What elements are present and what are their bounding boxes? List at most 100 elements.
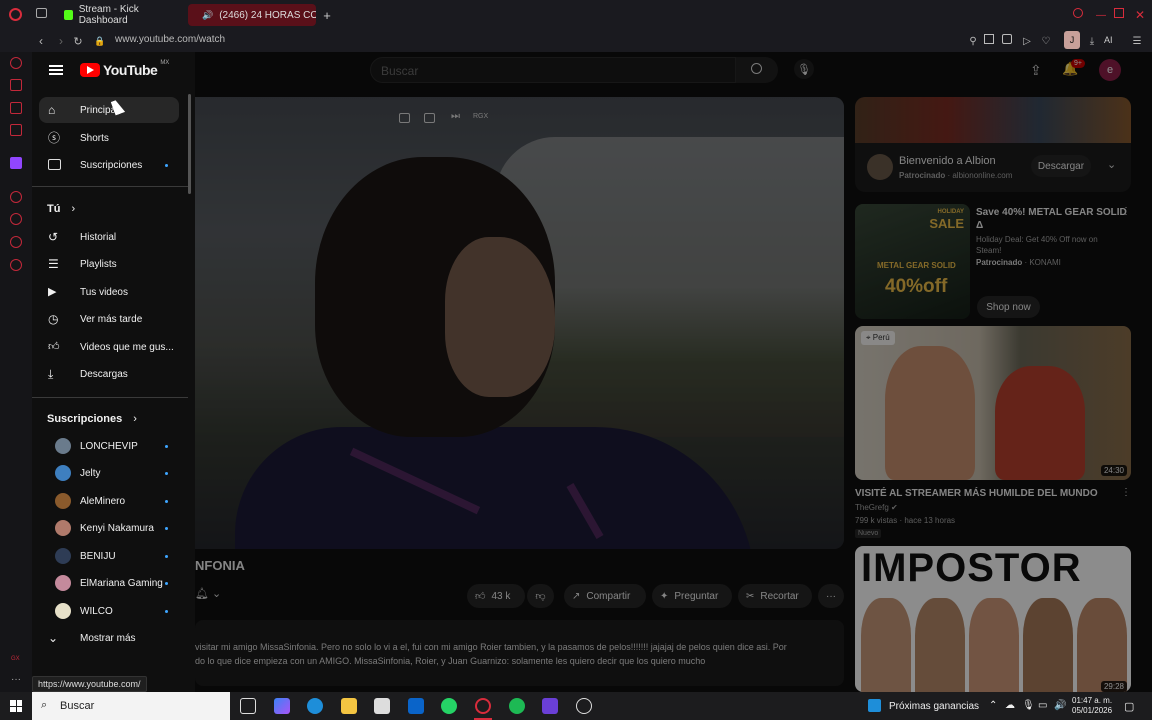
clock-icon: ◷ — [48, 312, 59, 326]
youtube-logo-text: YouTube — [103, 62, 158, 78]
reload-button[interactable]: ↻ — [71, 34, 85, 48]
volume-icon[interactable]: 🔊 — [1054, 700, 1066, 711]
twitch-icon[interactable] — [10, 157, 22, 169]
subscription-channel[interactable]: WILCO — [39, 598, 179, 624]
app-icon[interactable] — [542, 698, 558, 714]
mail-icon[interactable] — [408, 698, 424, 714]
search-tabs-icon[interactable] — [1073, 8, 1083, 18]
guide-label: Historial — [80, 231, 117, 243]
minimize-button[interactable]: — — [1094, 8, 1108, 22]
tab-list-icon[interactable] — [36, 8, 47, 18]
hamburger-menu-icon[interactable] — [49, 65, 63, 75]
opera-gx-icon[interactable] — [475, 698, 491, 714]
send-icon[interactable]: ▷ — [1020, 34, 1034, 48]
channel-avatar — [55, 438, 71, 454]
microphone-icon[interactable]: 🎙 — [1022, 700, 1035, 711]
channel-avatar — [55, 548, 71, 564]
whatsapp-icon[interactable] — [441, 698, 457, 714]
new-tab-button[interactable]: + — [320, 8, 334, 23]
tab-youtube-video[interactable]: 🔊 (2466) 24 HORAS CON — [188, 4, 316, 26]
notification-center-icon[interactable]: ▢ — [1124, 700, 1134, 713]
more-icon[interactable]: ··· — [11, 674, 21, 685]
back-button[interactable]: ‹ — [34, 34, 48, 48]
copilot-icon[interactable] — [274, 698, 290, 714]
sidebar-shortcut-icon[interactable] — [10, 236, 22, 248]
menu-icon[interactable]: ☰ — [1130, 34, 1144, 48]
sidebar-shortcut-icon[interactable] — [10, 124, 22, 136]
sidebar-shortcut-icon[interactable] — [10, 79, 22, 91]
lock-icon[interactable]: 🔒 — [93, 34, 107, 48]
subscription-channel[interactable]: Jelty — [39, 460, 179, 486]
guide-item-watch-later[interactable]: ◷ Ver más tarde — [39, 306, 179, 332]
guide-item-playlists[interactable]: ☰ Playlists — [39, 251, 179, 277]
guide-item-history[interactable]: ↺ Historial — [39, 224, 179, 250]
guide-label: Tus videos — [80, 286, 128, 298]
subscription-channel[interactable]: BENIJU — [39, 543, 179, 569]
network-icon[interactable]: ▭ — [1038, 700, 1047, 711]
gx-icon[interactable]: GX — [11, 656, 20, 662]
subscriptions-icon — [48, 159, 61, 170]
new-content-dot — [165, 499, 168, 503]
app-icon[interactable] — [576, 698, 592, 714]
profile-avatar[interactable]: J — [1064, 31, 1080, 49]
tray-chevron-icon[interactable]: ⌃ — [989, 700, 997, 711]
guide-item-your-videos[interactable]: ▶ Tus videos — [39, 279, 179, 305]
edge-icon[interactable] — [307, 698, 323, 714]
history-icon[interactable] — [10, 213, 22, 225]
divider — [32, 397, 188, 398]
guide-label: WILCO — [80, 605, 113, 617]
snapshot-icon[interactable] — [984, 34, 994, 44]
ai-button[interactable]: AI — [1104, 35, 1113, 45]
store-icon[interactable] — [374, 698, 390, 714]
youtube-play-icon — [80, 63, 100, 77]
file-explorer-icon[interactable] — [341, 698, 357, 714]
guide-item-liked-videos[interactable]: 👍︎ Videos que me gus... — [39, 334, 179, 360]
guide-scrollbar[interactable] — [188, 94, 191, 194]
url-field[interactable]: www.youtube.com/watch — [115, 34, 225, 45]
guide-item-shorts[interactable]: ⓢ Shorts — [39, 125, 179, 151]
windows-start-button[interactable] — [10, 700, 22, 712]
subscription-channel[interactable]: AleMinero — [39, 488, 179, 514]
youtube-logo[interactable]: YouTube MX — [80, 60, 169, 78]
channel-avatar — [55, 575, 71, 591]
sidebar-shortcut-icon[interactable] — [10, 102, 22, 114]
subscriptions-section-header[interactable]: Suscripciones › — [47, 413, 137, 425]
guide-label: LONCHEVIP — [80, 440, 138, 452]
search-icon: ⌕ — [41, 699, 48, 711]
browser-titlebar: Stream - Kick Dashboard 🔊 (2466) 24 HORA… — [0, 0, 1152, 30]
task-view-icon[interactable] — [240, 698, 256, 714]
pin-icon[interactable]: ⚲ — [966, 34, 980, 48]
sidebar-shortcut-icon[interactable] — [10, 191, 22, 203]
guide-item-downloads[interactable]: ⤓ Descargas — [39, 361, 179, 387]
tab-kick-dashboard[interactable]: Stream - Kick Dashboard — [56, 4, 184, 26]
maximize-button[interactable] — [1114, 8, 1124, 18]
shield-icon[interactable] — [1002, 34, 1012, 44]
guide-item-subscriptions[interactable]: Suscripciones — [39, 152, 179, 178]
close-window-button[interactable]: ✕ — [1133, 8, 1147, 22]
stocks-widget-icon[interactable] — [868, 699, 881, 712]
spotify-icon[interactable] — [509, 698, 525, 714]
guide-label: Suscripciones — [80, 159, 143, 171]
new-content-dot — [165, 163, 168, 167]
chevron-down-icon: ⌄ — [48, 631, 59, 645]
forward-button[interactable]: › — [54, 34, 68, 48]
guide-backdrop[interactable] — [195, 52, 1152, 692]
sidebar-shortcut-icon[interactable] — [10, 57, 22, 69]
cloud-icon[interactable]: ☁ — [1005, 700, 1015, 711]
thumbs-up-icon: 👍︎ — [48, 341, 60, 353]
opera-logo-icon[interactable] — [9, 8, 22, 21]
guide-item-home[interactable]: ⌂ Principal — [39, 97, 179, 123]
show-more-button[interactable]: ⌄ Mostrar más — [39, 625, 179, 651]
you-section-header[interactable]: Tú › — [47, 203, 75, 215]
taskbar-search-input[interactable]: ⌕ Buscar — [32, 692, 230, 720]
stocks-widget-label[interactable]: Próximas ganancias — [889, 701, 979, 712]
clock[interactable]: 01:47 a. m. 05/01/2026 — [1072, 696, 1112, 716]
heart-icon[interactable]: ♡ — [1039, 34, 1053, 48]
subscription-channel[interactable]: ElMariana Gaming — [39, 570, 179, 596]
subscription-channel[interactable]: Kenyi Nakamura — [39, 515, 179, 541]
guide-label: Shorts — [80, 132, 109, 144]
subscription-channel[interactable]: LONCHEVIP — [39, 433, 179, 459]
download-icon[interactable]: ⤓ — [1085, 34, 1099, 48]
settings-icon[interactable] — [10, 259, 22, 271]
guide-label: Kenyi Nakamura — [80, 522, 154, 534]
